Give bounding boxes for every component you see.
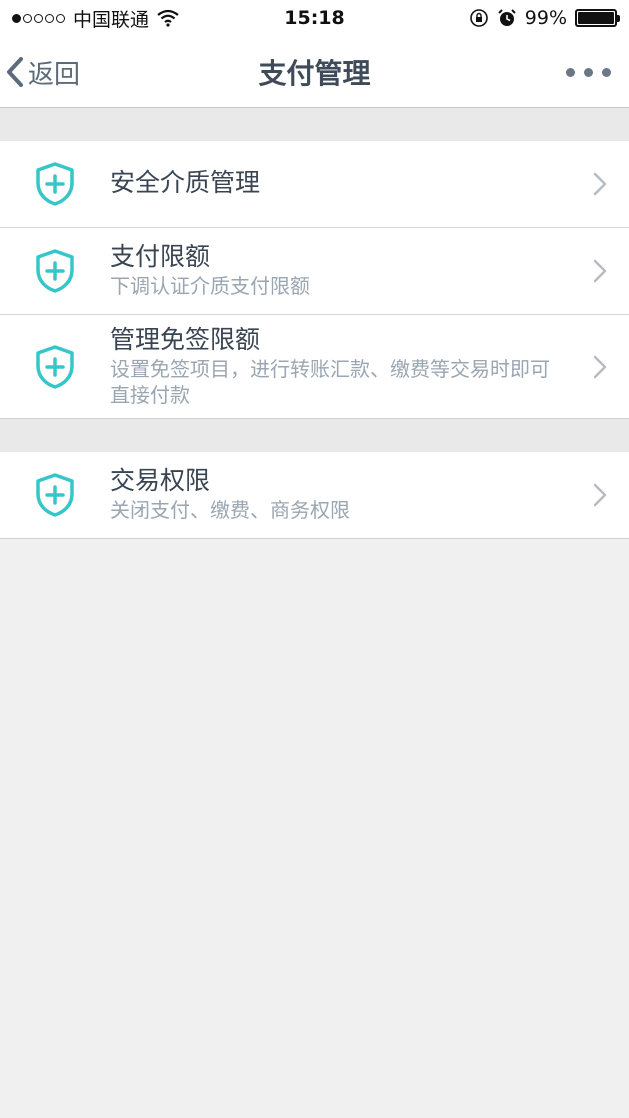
- chevron-left-icon: [7, 57, 23, 87]
- chevron-right-icon: [593, 483, 607, 507]
- chevron-right-icon: [593, 259, 607, 283]
- shield-plus-icon: [36, 249, 74, 293]
- navigation-bar: 返回 支付管理: [0, 36, 629, 108]
- carrier-label: 中国联通: [73, 8, 150, 31]
- shield-plus-icon: [36, 473, 74, 517]
- battery-percent: 99%: [524, 7, 567, 29]
- item-title: 安全介质管理: [110, 168, 261, 197]
- section-divider: [0, 419, 629, 452]
- item-subtitle: 下调认证介质支付限额: [110, 274, 310, 298]
- settings-section: 交易权限 关闭支付、缴费、商务权限: [0, 452, 629, 539]
- item-title: 管理免签限额: [110, 325, 261, 354]
- chevron-right-icon: [593, 172, 607, 196]
- alarm-icon: [498, 9, 516, 26]
- shield-plus-icon: [36, 345, 74, 389]
- list-item-security-media[interactable]: 安全介质管理: [0, 141, 629, 228]
- orientation-lock-icon: [469, 9, 488, 27]
- item-subtitle: 关闭支付、缴费、商务权限: [110, 498, 350, 522]
- status-bar: 中国联通 15:18 99%: [0, 0, 629, 36]
- signal-icon: [12, 13, 65, 23]
- page-title: 支付管理: [258, 56, 371, 90]
- back-label: 返回: [28, 59, 81, 90]
- list-item-password-free-limit[interactable]: 管理免签限额 设置免签项目，进行转账汇款、缴费等交易时即可直接付款: [0, 315, 629, 419]
- section-divider: [0, 108, 629, 141]
- more-icon: [566, 67, 575, 77]
- battery-icon: [575, 9, 620, 27]
- shield-plus-icon: [36, 162, 74, 206]
- more-button[interactable]: [566, 36, 611, 108]
- wifi-icon: [157, 9, 179, 27]
- chevron-right-icon: [593, 355, 607, 379]
- list-item-payment-limit[interactable]: 支付限额 下调认证介质支付限额: [0, 228, 629, 315]
- back-button[interactable]: 返回: [6, 36, 80, 108]
- item-title: 支付限额: [110, 242, 211, 271]
- item-title: 交易权限: [110, 466, 211, 495]
- item-subtitle: 设置免签项目，进行转账汇款、缴费等交易时即可直接付款: [110, 357, 550, 407]
- settings-section: 安全介质管理 支付限额 下调认证介质支付限额 管理免签限额 设置免签项目，进行转…: [0, 141, 629, 419]
- list-item-transaction-permission[interactable]: 交易权限 关闭支付、缴费、商务权限: [0, 452, 629, 539]
